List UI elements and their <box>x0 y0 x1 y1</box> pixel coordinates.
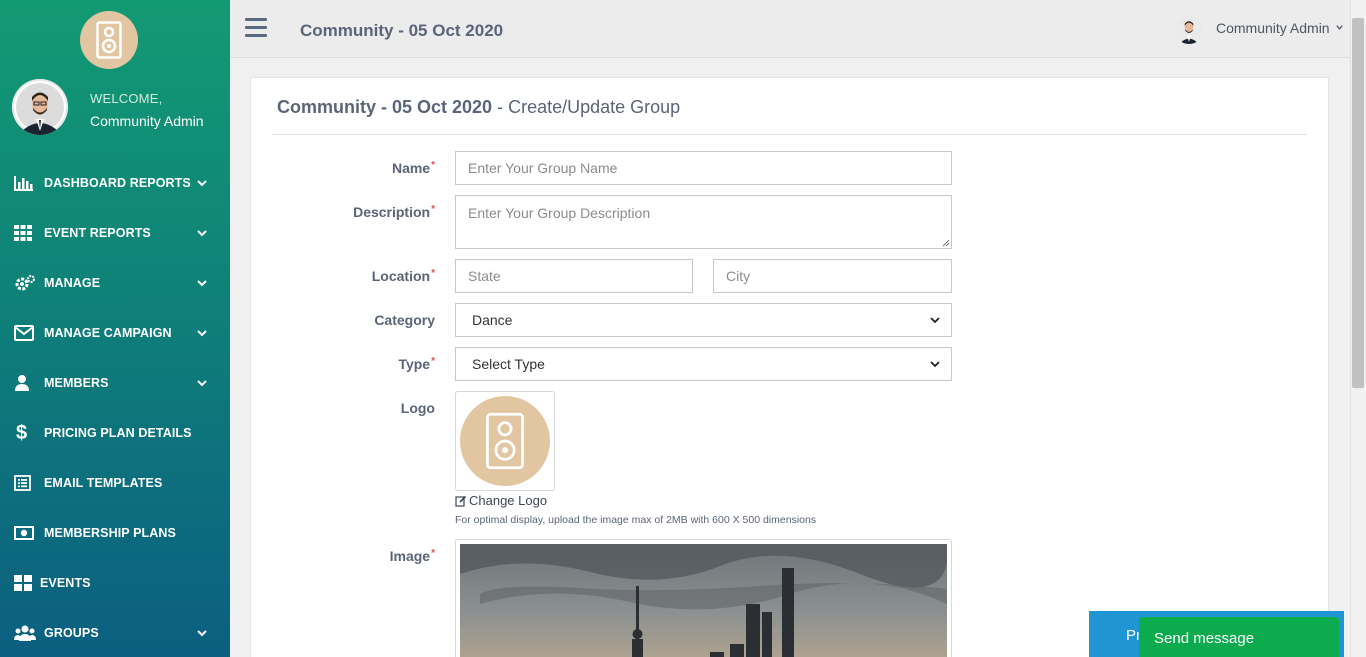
chevron-down-icon <box>197 330 207 337</box>
menu-toggle-icon[interactable] <box>245 18 267 37</box>
group-name-input[interactable]: Enter Your Group Name <box>455 151 952 185</box>
sidebar: WELCOME, Community Admin DASHBOARD REPOR… <box>0 0 230 657</box>
avatar[interactable] <box>12 79 68 135</box>
chevron-down-icon <box>1336 25 1344 30</box>
category-label: Category <box>374 312 435 328</box>
sidebar-item-label: MANAGE <box>44 276 101 290</box>
image-label: Image* <box>389 548 435 564</box>
speaker-icon <box>486 412 524 470</box>
bar-chart-icon <box>14 174 36 192</box>
sidebar-item-membership-plans[interactable]: MEMBERSHIP PLANS <box>0 508 230 558</box>
sidebar-item-label: MANAGE CAMPAIGN <box>44 326 172 340</box>
sidebar-item-email-templates[interactable]: EMAIL TEMPLATES <box>0 458 230 508</box>
chevron-down-icon <box>930 317 940 324</box>
sidebar-item-manage-campaign[interactable]: MANAGE CAMPAIGN <box>0 308 230 358</box>
community-logo[interactable] <box>80 11 138 69</box>
chevron-down-icon <box>197 280 207 287</box>
page-title: Community - 05 Oct 2020 <box>300 21 504 40</box>
list-alt-icon <box>14 474 36 492</box>
group-description-textarea[interactable]: Enter Your Group Description <box>455 195 952 249</box>
avatar[interactable] <box>1174 14 1204 44</box>
speaker-icon <box>96 21 122 59</box>
welcome-text: WELCOME, <box>90 91 163 106</box>
logo-hint: For optimal display, upload the image ma… <box>455 514 817 526</box>
sidebar-item-dashboard-reports[interactable]: DASHBOARD REPORTS <box>0 158 230 208</box>
cogs-icon <box>14 274 36 292</box>
logo-preview <box>455 391 555 491</box>
envelope-icon <box>14 324 36 342</box>
welcome-user-name: Community Admin <box>90 113 204 129</box>
state-input[interactable]: State <box>455 259 693 293</box>
user-menu[interactable]: Community Admin <box>1216 20 1344 36</box>
sidebar-item-groups[interactable]: GROUPS <box>0 608 230 657</box>
sidebar-item-label: EVENTS <box>40 576 91 590</box>
scrollbar-thumb[interactable] <box>1352 18 1364 388</box>
sidebar-item-label: EMAIL TEMPLATES <box>44 476 163 490</box>
category-select[interactable]: Dance <box>455 303 952 337</box>
th-large-icon <box>14 574 34 592</box>
sidebar-item-label: EVENT REPORTS <box>44 226 151 240</box>
change-logo-link[interactable]: Change Logo <box>455 493 547 508</box>
sidebar-nav: DASHBOARD REPORTS EVENT REPORTS MANAGE M… <box>0 158 230 657</box>
group-image-preview <box>455 539 952 657</box>
sidebar-item-label: GROUPS <box>44 626 99 640</box>
chevron-down-icon <box>197 630 207 637</box>
resize-handle-icon[interactable] <box>942 239 950 247</box>
top-bar: Community - 05 Oct 2020 Community Admin <box>230 0 1350 58</box>
sidebar-item-label: MEMBERS <box>44 376 109 390</box>
chevron-down-icon <box>197 180 207 187</box>
sidebar-item-label: PRICING PLAN DETAILS <box>44 426 192 440</box>
city-skyline-image <box>460 544 947 657</box>
sidebar-item-pricing-plan-details[interactable]: $ PRICING PLAN DETAILS <box>0 408 230 458</box>
sidebar-item-label: MEMBERSHIP PLANS <box>44 526 176 540</box>
city-input[interactable]: City <box>713 259 952 293</box>
form-title: Community - 05 Oct 2020 - Create/Update … <box>277 97 681 117</box>
sidebar-item-events[interactable]: EVENTS <box>0 558 230 608</box>
chevron-down-icon <box>197 230 207 237</box>
dollar-icon: $ <box>16 421 28 444</box>
name-label: Name* <box>391 160 435 176</box>
edit-icon <box>455 495 467 507</box>
type-select[interactable]: Select Type <box>455 347 952 381</box>
divider <box>272 134 1307 135</box>
location-label: Location* <box>371 268 435 284</box>
description-label: Description* <box>353 204 435 220</box>
sidebar-item-label: DASHBOARD REPORTS <box>44 176 191 190</box>
chevron-down-icon <box>930 361 940 368</box>
user-menu-label: Community Admin <box>1216 20 1330 36</box>
users-icon <box>14 624 36 642</box>
chevron-down-icon <box>197 380 207 387</box>
money-icon <box>14 524 36 542</box>
type-label: Type* <box>398 356 435 372</box>
send-message-button[interactable]: Send message <box>1139 617 1339 657</box>
sidebar-item-manage[interactable]: MANAGE <box>0 258 230 308</box>
grid-icon <box>14 224 36 242</box>
logo-label: Logo <box>400 400 435 416</box>
sidebar-item-event-reports[interactable]: EVENT REPORTS <box>0 208 230 258</box>
sidebar-item-members[interactable]: MEMBERS <box>0 358 230 408</box>
user-icon <box>14 374 36 392</box>
